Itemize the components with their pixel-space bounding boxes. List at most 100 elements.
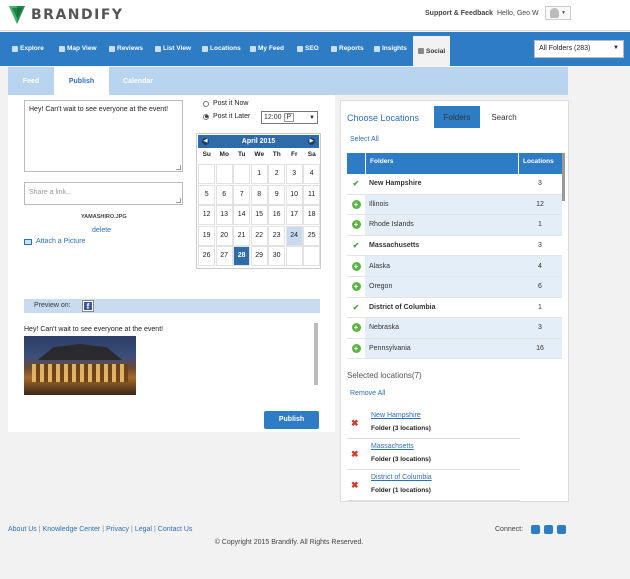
row-status[interactable]: +: [347, 195, 365, 215]
share-link-input[interactable]: Share a link...: [24, 182, 183, 205]
calendar-day[interactable]: 2: [268, 164, 286, 184]
attach-picture-link[interactable]: Attach a Picture: [24, 238, 85, 245]
tab-feed[interactable]: Feed: [8, 67, 54, 95]
calendar-day[interactable]: 23: [268, 225, 286, 246]
twitter-icon[interactable]: [531, 525, 540, 534]
nav-reviews[interactable]: Reviews: [109, 45, 143, 52]
table-row[interactable]: ✔ Massachusetts 3: [347, 236, 562, 257]
calendar-day[interactable]: 6: [215, 184, 233, 205]
tab-publish[interactable]: Publish: [54, 67, 109, 95]
brand-logo[interactable]: BRANDIFY: [9, 6, 124, 24]
calendar-day[interactable]: 4: [303, 164, 321, 184]
row-status[interactable]: +: [347, 277, 365, 297]
footer-link-about[interactable]: About Us: [8, 526, 37, 533]
row-status[interactable]: +: [347, 339, 365, 359]
table-row[interactable]: + Nebraska 3: [347, 318, 562, 339]
time-select[interactable]: 12:00 P ▼: [261, 111, 318, 124]
nav-locations[interactable]: Locations: [202, 45, 241, 52]
calendar-day[interactable]: 19: [198, 225, 216, 246]
calendar-day[interactable]: 22: [250, 225, 268, 246]
preview-scrollbar[interactable]: [314, 323, 318, 385]
remove-icon[interactable]: ✖: [351, 418, 359, 429]
calendar-day[interactable]: 27: [215, 246, 233, 266]
email-icon[interactable]: [557, 525, 566, 534]
row-status[interactable]: ✔: [347, 236, 365, 256]
calendar-day[interactable]: 5: [198, 184, 216, 205]
calendar-day[interactable]: 12: [198, 205, 216, 225]
add-icon[interactable]: +: [351, 261, 361, 271]
row-status[interactable]: ✔: [347, 174, 365, 194]
calendar-day[interactable]: 30: [268, 246, 286, 266]
nav-insights[interactable]: Insights: [374, 45, 407, 52]
nav-seo[interactable]: SEO: [297, 45, 319, 52]
row-status[interactable]: +: [347, 256, 365, 276]
calendar-day[interactable]: 28: [233, 246, 251, 266]
add-icon[interactable]: +: [351, 344, 361, 354]
support-feedback-link[interactable]: Support & Feedback: [425, 10, 493, 17]
checkmark-icon[interactable]: ✔: [353, 179, 360, 188]
resize-handle[interactable]: [176, 165, 181, 170]
nav-list-view[interactable]: List View: [155, 45, 191, 52]
footer-link-privacy[interactable]: Privacy: [106, 526, 129, 533]
calendar-day[interactable]: 29: [250, 246, 268, 266]
post-later-option[interactable]: Post it Later: [203, 113, 250, 120]
table-row[interactable]: ✔ District of Columbia 1: [347, 298, 562, 319]
nav-reports[interactable]: Reports: [331, 45, 364, 52]
row-status[interactable]: +: [347, 215, 365, 235]
footer-link-contact[interactable]: Contact Us: [158, 526, 193, 533]
calendar-day[interactable]: 11: [303, 184, 321, 205]
tab-folders[interactable]: Folders: [434, 106, 480, 128]
remove-icon[interactable]: ✖: [351, 480, 359, 491]
table-row[interactable]: + Rhode Islands 1: [347, 215, 562, 236]
calendar-day[interactable]: 8: [250, 184, 268, 205]
nav-my-feed[interactable]: My Feed: [250, 45, 284, 52]
calendar-day[interactable]: 16: [268, 205, 286, 225]
add-icon[interactable]: +: [351, 282, 361, 292]
calendar-day[interactable]: 3: [285, 164, 303, 184]
folder-select[interactable]: All Folders (283) ▼: [534, 40, 624, 58]
nav-map-view[interactable]: Map View: [59, 45, 97, 52]
row-status[interactable]: +: [347, 318, 365, 338]
user-menu-button[interactable]: ▼: [545, 6, 571, 20]
calendar-day[interactable]: 25: [303, 225, 321, 246]
calendar-day[interactable]: 17: [285, 205, 303, 225]
table-row[interactable]: + Oregon 6: [347, 276, 562, 298]
post-later-radio[interactable]: [203, 113, 209, 120]
calendar-day[interactable]: 7: [233, 184, 251, 205]
remove-all-link[interactable]: Remove All: [350, 390, 385, 397]
calendar-day[interactable]: 21: [233, 225, 251, 246]
table-row[interactable]: ✔ New Hampshire 3: [347, 174, 562, 195]
checkmark-icon[interactable]: ✔: [353, 241, 360, 250]
checkmark-icon[interactable]: ✔: [353, 303, 360, 312]
calendar-day[interactable]: 26: [198, 246, 216, 266]
select-all-link[interactable]: Select All: [350, 136, 379, 143]
calendar-day[interactable]: 10: [285, 184, 303, 205]
calendar-day[interactable]: 13: [215, 205, 233, 225]
tab-search[interactable]: Search: [482, 106, 526, 128]
calendar-day[interactable]: 9: [268, 184, 286, 205]
facebook-icon[interactable]: [544, 525, 553, 534]
prev-month-icon[interactable]: ◀: [202, 138, 209, 145]
nav-social[interactable]: Social: [413, 36, 451, 66]
calendar-day[interactable]: 24: [285, 225, 303, 246]
calendar-day[interactable]: 15: [250, 205, 268, 225]
resize-handle[interactable]: [176, 198, 181, 203]
table-row[interactable]: + Pennsylvania 16: [347, 338, 562, 360]
calendar-day[interactable]: 1: [250, 164, 268, 184]
table-scrollbar[interactable]: [562, 153, 565, 201]
footer-link-legal[interactable]: Legal: [135, 526, 152, 533]
add-icon[interactable]: +: [351, 220, 361, 230]
publish-button[interactable]: Publish: [264, 411, 319, 429]
row-status[interactable]: ✔: [347, 298, 365, 318]
selected-item-name[interactable]: New Hampshire: [371, 412, 421, 419]
next-month-icon[interactable]: ▶: [308, 138, 315, 145]
remove-icon[interactable]: ✖: [351, 449, 359, 460]
nav-explore[interactable]: Explore: [12, 45, 44, 52]
add-icon[interactable]: +: [351, 323, 361, 333]
post-now-radio[interactable]: [203, 100, 209, 107]
selected-item-name[interactable]: Massachsetts: [371, 443, 414, 450]
calendar-day[interactable]: 14: [233, 205, 251, 225]
table-row[interactable]: + Illinois 12: [347, 194, 562, 216]
calendar-day[interactable]: 18: [303, 205, 321, 225]
tab-calendar[interactable]: Calendar: [109, 67, 167, 95]
